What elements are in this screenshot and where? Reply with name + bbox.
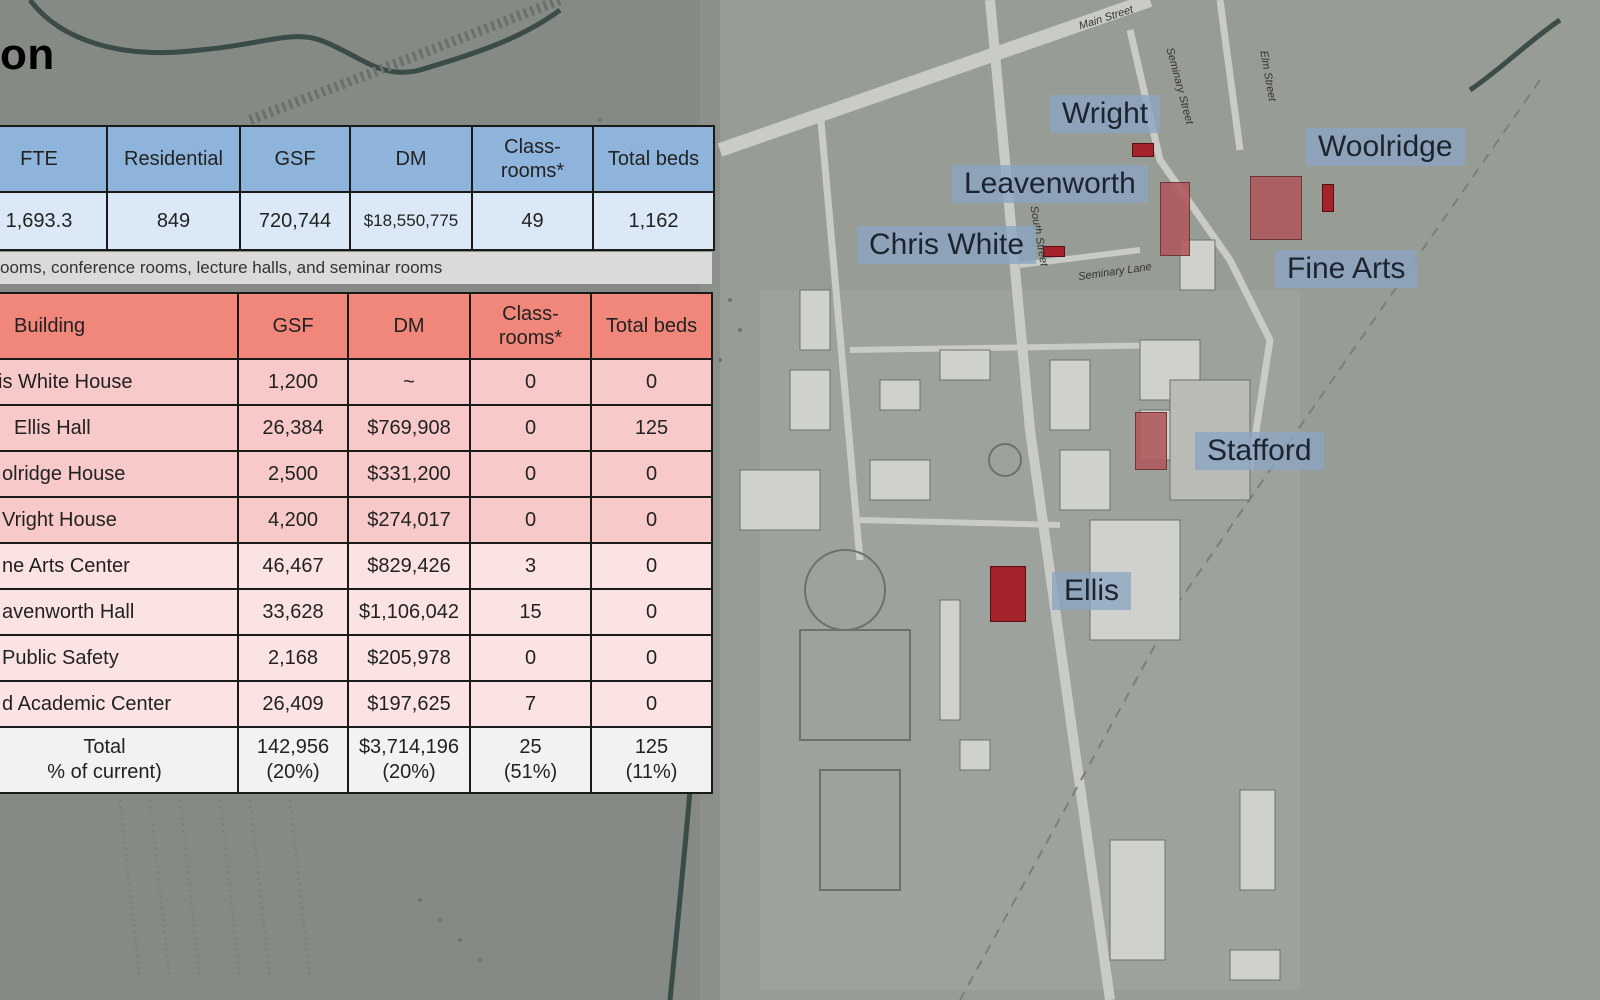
building-gsf: 2,168 [237, 634, 349, 682]
building-header-total-beds: Total beds [590, 292, 713, 360]
summary-gsf-value: 720,744 [239, 191, 351, 251]
building-classrooms: 15 [469, 588, 592, 636]
map-label-fine-arts: Fine Arts [1275, 250, 1418, 288]
table-row: d Academic Center 26,409 $197,625 7 0 [0, 680, 713, 728]
building-gsf: 26,409 [237, 680, 349, 728]
building-beds: 0 [590, 634, 713, 682]
building-dm: ~ [347, 358, 471, 406]
summary-header-classrooms: Class- rooms* [471, 125, 594, 193]
building-classrooms: 0 [469, 634, 592, 682]
building-gsf: 4,200 [237, 496, 349, 544]
building-gsf: 2,500 [237, 450, 349, 498]
summary-dm-value: $18,550,775 [349, 191, 473, 251]
building-name: Ellis Hall [0, 404, 239, 452]
total-label: Total % of current) [0, 726, 239, 794]
art-annex-building [1322, 184, 1334, 212]
building-dm: $769,908 [347, 404, 471, 452]
building-classrooms: 0 [469, 404, 592, 452]
building-name: d Academic Center [0, 680, 239, 728]
total-beds: 125 (11%) [590, 726, 713, 794]
summary-header-residential: Residential [106, 125, 241, 193]
building-name: Public Safety [0, 634, 239, 682]
building-classrooms: 7 [469, 680, 592, 728]
building-beds: 0 [590, 450, 713, 498]
building-classrooms: 3 [469, 542, 592, 590]
summary-table: FTE Residential GSF DM Class- rooms* Tot… [0, 125, 715, 251]
summary-value-row: 1,693.3 849 720,744 $18,550,775 49 1,162 [0, 191, 715, 251]
building-dm: $274,017 [347, 496, 471, 544]
building-beds: 0 [590, 680, 713, 728]
total-row: Total % of current) 142,956 (20%) $3,714… [0, 726, 713, 794]
building-beds: 0 [590, 358, 713, 406]
building-gsf: 26,384 [237, 404, 349, 452]
building-classrooms: 0 [469, 450, 592, 498]
map-label-leavenworth: Leavenworth [952, 165, 1148, 203]
page-title: on [0, 30, 55, 79]
building-dm: $205,978 [347, 634, 471, 682]
summary-header-total-beds: Total beds [592, 125, 715, 193]
summary-header-gsf: GSF [239, 125, 351, 193]
table-row: avenworth Hall 33,628 $1,106,042 15 0 [0, 588, 713, 636]
table-row: Public Safety 2,168 $205,978 0 0 [0, 634, 713, 682]
building-dm: $829,426 [347, 542, 471, 590]
summary-classrooms-value: 49 [471, 191, 594, 251]
total-gsf: 142,956 (20%) [237, 726, 349, 794]
building-dm: $197,625 [347, 680, 471, 728]
map-label-stafford: Stafford [1195, 432, 1324, 470]
fine-arts-center-building [1250, 176, 1302, 240]
stafford-hall-building [1135, 412, 1167, 470]
building-name: ne Arts Center [0, 542, 239, 590]
summary-header-row: FTE Residential GSF DM Class- rooms* Tot… [0, 125, 715, 193]
building-beds: 0 [590, 588, 713, 636]
building-classrooms: 0 [469, 358, 592, 406]
building-classrooms: 0 [469, 496, 592, 544]
building-beds: 125 [590, 404, 713, 452]
summary-residential-value: 849 [106, 191, 241, 251]
table-row: Ellis Hall 26,384 $769,908 0 125 [0, 404, 713, 452]
wright-house-building [1132, 143, 1154, 157]
building-gsf: 33,628 [237, 588, 349, 636]
table-row: olridge House 2,500 $331,200 0 0 [0, 450, 713, 498]
building-beds: 0 [590, 496, 713, 544]
map-label-chris-white: Chris White [857, 226, 1037, 264]
building-dm: $331,200 [347, 450, 471, 498]
building-name: olridge House [0, 450, 239, 498]
building-gsf: 1,200 [237, 358, 349, 406]
building-header-classrooms: Class- rooms* [469, 292, 592, 360]
table-row: ne Arts Center 46,467 $829,426 3 0 [0, 542, 713, 590]
building-beds: 0 [590, 542, 713, 590]
table-row: Vright House 4,200 $274,017 0 0 [0, 496, 713, 544]
summary-header-dm: DM [349, 125, 473, 193]
building-table: Building GSF DM Class- rooms* Total beds… [0, 292, 713, 794]
building-name: Vright House [0, 496, 239, 544]
table-row: is White House 1,200 ~ 0 0 [0, 358, 713, 406]
building-dm: $1,106,042 [347, 588, 471, 636]
summary-total-beds-value: 1,162 [592, 191, 715, 251]
total-dm: $3,714,196 (20%) [347, 726, 471, 794]
building-gsf: 46,467 [237, 542, 349, 590]
building-header-gsf: GSF [237, 292, 349, 360]
ellis-hall-building [990, 566, 1026, 622]
total-classrooms: 25 (51%) [469, 726, 592, 794]
leavenworth-hall-building [1160, 182, 1190, 256]
map-label-woolridge: Woolridge [1306, 128, 1465, 166]
building-header-dm: DM [347, 292, 471, 360]
building-name: avenworth Hall [0, 588, 239, 636]
summary-header-fte: FTE [0, 125, 108, 193]
map-label-ellis: Ellis [1052, 572, 1132, 610]
classrooms-footnote: ooms, conference rooms, lecture halls, a… [0, 252, 712, 284]
building-header-row: Building GSF DM Class- rooms* Total beds [0, 292, 713, 360]
building-header-building: Building [0, 292, 239, 360]
map-label-wright: Wright [1050, 95, 1161, 133]
building-name: is White House [0, 358, 239, 406]
summary-fte-value: 1,693.3 [0, 191, 108, 251]
